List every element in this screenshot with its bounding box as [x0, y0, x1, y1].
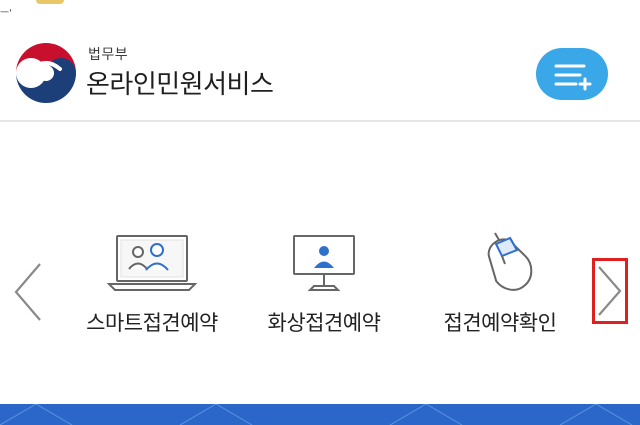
- page: ㅡ' 법무부 온라인민원서비스 스마트접견예약 화상접견예약 접견예약확인: [0, 0, 640, 425]
- menu-item-label: 스마트접견예약: [86, 311, 218, 335]
- next-slide-button[interactable]: [592, 258, 628, 324]
- mouse-click-icon: [487, 232, 533, 291]
- menu-item-visit-check[interactable]: 접견예약확인: [418, 230, 582, 336]
- menu-item-video-visit[interactable]: 화상접견예약: [246, 230, 402, 336]
- menu-icon: [554, 64, 592, 91]
- top-decor: [36, 0, 64, 4]
- menu-item-label: 화상접견예약: [267, 311, 381, 335]
- service-title[interactable]: 온라인민원서비스: [86, 70, 274, 100]
- laptop-video-call-icon: [106, 235, 198, 291]
- government-emblem-icon[interactable]: [14, 41, 78, 105]
- pattern-decoration-icon: [0, 404, 633, 425]
- chevron-left-icon: [14, 263, 41, 321]
- chevron-right-icon: [598, 266, 622, 316]
- top-mark: ㅡ': [0, 8, 12, 19]
- site-header: 법무부 온라인민원서비스: [0, 22, 640, 122]
- organization-name: 법무부: [88, 47, 129, 63]
- menu-item-label: 접견예약확인: [443, 311, 557, 335]
- service-carousel: 스마트접견예약 화상접견예약 접견예약확인: [0, 122, 640, 404]
- menu-item-smart-visit[interactable]: 스마트접견예약: [68, 230, 236, 336]
- bottom-banner: [0, 404, 640, 425]
- previous-slide-button[interactable]: [8, 260, 48, 324]
- menu-button[interactable]: [536, 48, 608, 100]
- monitor-person-icon: [293, 235, 355, 291]
